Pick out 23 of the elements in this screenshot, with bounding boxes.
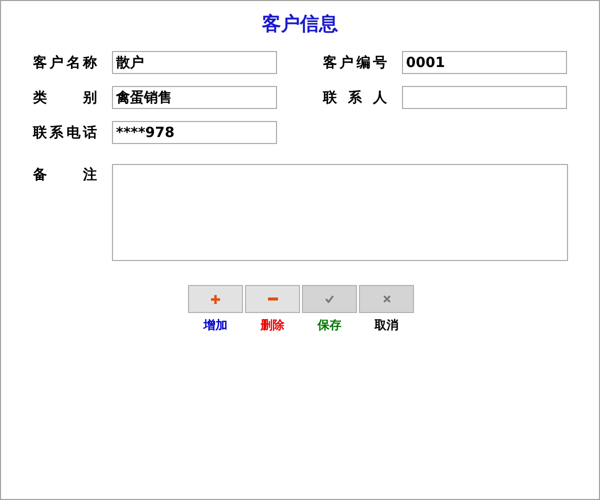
minus-icon [268,297,278,301]
remarks-field[interactable] [112,164,568,261]
plus-icon [211,294,220,304]
button-caption: 增加 [204,317,228,334]
check-icon [325,295,334,303]
text-field[interactable]: 禽蛋销售 [112,86,277,109]
button-caption: 取消 [374,317,398,334]
field-label: 客户编号 [323,54,387,72]
button-caption: 保存 [318,317,342,334]
field-label: 类 别 [33,88,97,106]
text-field[interactable]: 0001 [402,51,567,74]
field-label: 联 系 人 [323,88,387,106]
delete-button[interactable] [245,285,300,313]
button-caption: 删除 [260,317,284,334]
add-button[interactable] [188,285,243,313]
close-icon [382,295,390,303]
field-label: 联系电话 [33,124,97,142]
field-label: 备 注 [33,166,97,184]
form-title: 客户信息 [260,12,339,37]
field-label: 客户名称 [33,54,97,72]
text-field[interactable]: 散户 [112,51,277,74]
text-field[interactable]: ****978 [112,121,277,144]
text-field[interactable] [402,86,567,109]
